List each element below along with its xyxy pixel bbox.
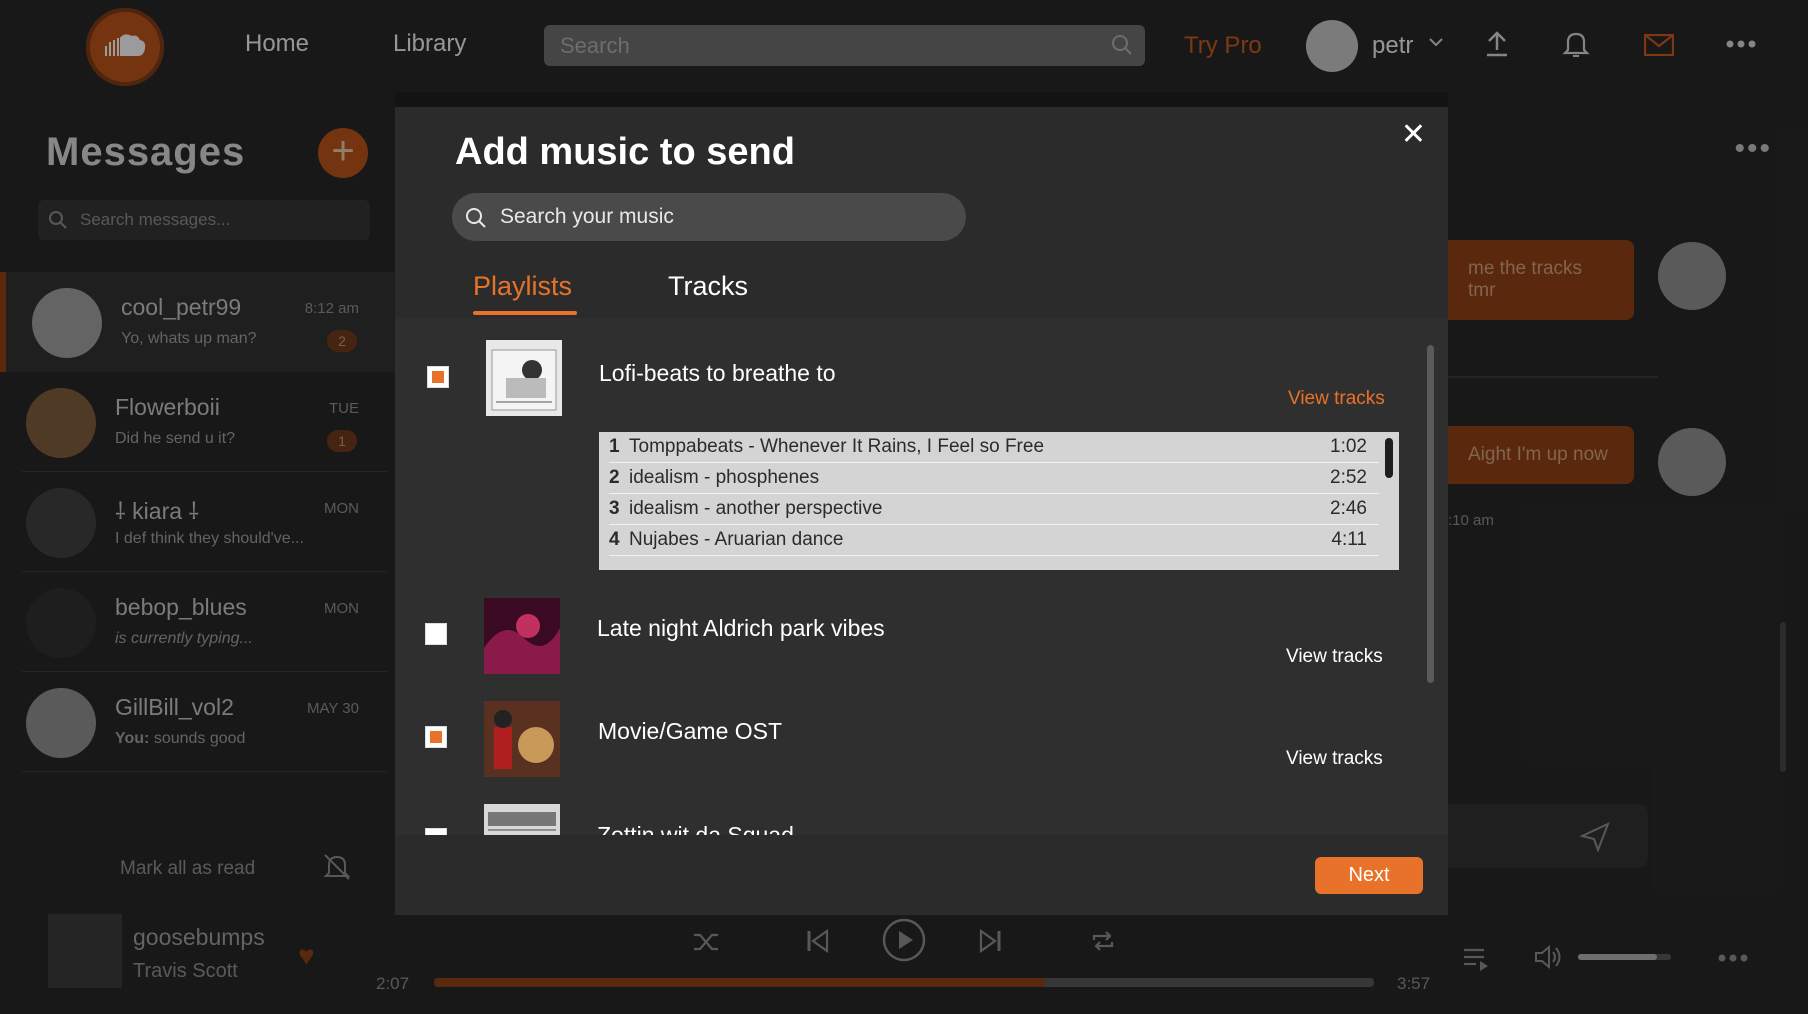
playlist-checkbox[interactable] [425,623,447,645]
track-number: 2 [609,467,620,488]
playlist-art-image [484,598,560,674]
playlist-name[interactable]: Lofi-beats to breathe to [599,360,836,387]
close-icon[interactable]: ✕ [1401,117,1426,152]
track-title: idealism - another perspective [629,498,883,519]
playlist-name[interactable]: Movie/Game OST [598,718,782,745]
playlist-thumbnail [484,598,560,674]
track-list: 1 Tomppabeats - Whenever It Rains, I Fee… [599,432,1399,570]
track-number: 4 [609,529,620,550]
add-music-modal: Add music to send ✕ Search your music Pl… [395,107,1448,915]
track-number: 1 [609,436,620,457]
playlist-name[interactable]: Zottin wit da Squad [597,822,794,835]
track-title: Tomppabeats - Whenever It Rains, I Feel … [629,436,1045,457]
playlist-checkbox[interactable] [427,366,449,388]
playlist-art-image [491,349,557,411]
playlist-thumbnail [486,340,562,416]
track-duration: 4:11 [1331,529,1367,550]
playlist-thumbnail [484,701,560,777]
track-duration: 2:52 [1330,467,1367,488]
track-number: 3 [609,498,620,519]
playlist-list: Lofi-beats to breathe to View tracks 1 T… [395,318,1448,835]
view-tracks-link[interactable]: View tracks [1288,388,1385,410]
active-tab-indicator [473,311,577,315]
tab-tracks[interactable]: Tracks [668,271,748,302]
playlist-art-image [484,701,560,777]
view-tracks-link[interactable]: View tracks [1286,646,1383,668]
track-title: idealism - phosphenes [629,467,820,488]
track-row[interactable]: 2 idealism - phosphenes 2:52 [609,463,1379,494]
playlist-art-image [484,804,560,835]
track-duration: 2:46 [1330,498,1367,519]
next-button[interactable]: Next [1315,857,1423,894]
view-tracks-link[interactable]: View tracks [1286,748,1383,770]
playlist-list-scrollbar[interactable] [1427,345,1434,683]
search-icon [466,208,486,228]
playlist-thumbnail [484,804,560,835]
playlist-name[interactable]: Late night Aldrich park vibes [597,615,885,642]
track-row[interactable]: 3 idealism - another perspective 2:46 [609,494,1379,525]
track-list-scrollbar[interactable] [1385,438,1393,478]
track-duration: 1:02 [1330,436,1367,457]
modal-title: Add music to send [455,131,795,173]
playlist-checkbox[interactable] [425,828,447,835]
app-root: Home Library Search Try Pro petr Message… [0,0,1808,1014]
playlist-checkbox[interactable] [425,726,447,748]
track-row[interactable]: 4 Nujabes - Aruarian dance 4:11 [609,525,1379,556]
music-search-input[interactable]: Search your music [452,193,966,241]
tab-playlists[interactable]: Playlists [473,271,572,302]
track-title: Nujabes - Aruarian dance [629,529,844,550]
track-row[interactable]: 1 Tomppabeats - Whenever It Rains, I Fee… [609,432,1379,463]
music-search-placeholder: Search your music [500,205,674,228]
